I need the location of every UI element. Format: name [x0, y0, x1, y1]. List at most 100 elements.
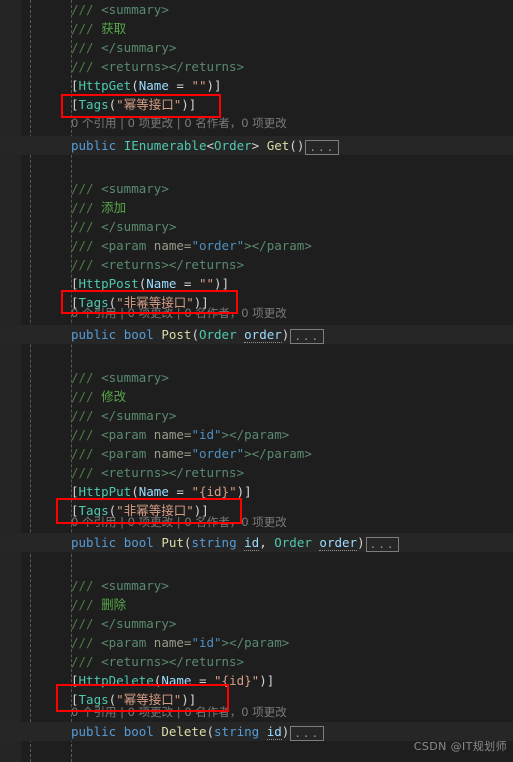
codelens-line[interactable]: 0 个引用 | 0 项更改 | 0 名作者，0 项更改 [0, 304, 513, 323]
xml-tag-summary-open: <summary> [101, 370, 169, 385]
return-type: bool [123, 724, 154, 739]
xml-attr-value: "id" [191, 635, 222, 650]
param-name: id [266, 724, 282, 740]
code-line-comment: /// 修改 [0, 387, 513, 406]
csdn-watermark: CSDN @IT规划师 [413, 740, 507, 753]
code-line-signature: public bool Post(Order order)... [0, 325, 513, 344]
comment-slashes: /// [71, 427, 94, 442]
keyword-modifier: public [71, 535, 117, 550]
paren-open: ( [131, 484, 139, 499]
collapsed-region-button[interactable]: ... [305, 140, 340, 155]
string-literal: "" [198, 276, 215, 291]
xml-tag-param-close: ></param> [221, 635, 290, 650]
named-argument: Name [146, 276, 177, 291]
comment-slashes: /// [71, 578, 94, 593]
code-line-comment: /// </summary> [0, 217, 513, 236]
code-line-comment: /// <param name="order"></param> [0, 444, 513, 463]
xml-attr-value: "order" [191, 446, 245, 461]
code-line-comment: /// <param name="order"></param> [0, 236, 513, 255]
equals-sign: = [176, 484, 184, 499]
return-type: IEnumerable [123, 138, 207, 153]
attribute-name-httpget: HttpGet [78, 78, 132, 93]
comment-slashes: /// [71, 181, 94, 196]
equals-sign: = [176, 78, 184, 93]
code-line-comment: /// <summary> [0, 576, 513, 595]
comment-slashes: /// [71, 408, 94, 423]
bracket-open: [ [71, 484, 79, 499]
param-type: string [214, 724, 260, 739]
bracket-open: [ [71, 97, 79, 112]
code-line-comment: /// 删除 [0, 595, 513, 614]
attribute-name-tags: Tags [78, 97, 109, 112]
attribute-name-httpdelete: HttpDelete [78, 673, 154, 688]
comment-slashes: /// [71, 21, 94, 36]
named-argument: Name [138, 78, 169, 93]
code-line-comment: /// </summary> [0, 38, 513, 57]
bracket-close: )] [181, 97, 197, 112]
code-line-comment: /// <returns></returns> [0, 255, 513, 274]
code-line-comment: /// <returns></returns> [0, 57, 513, 76]
code-line-attribute: [HttpPut(Name = "{id}")] [0, 482, 513, 501]
code-line-comment: /// <param name="id"></param> [0, 425, 513, 444]
comment-slashes: /// [71, 2, 94, 17]
code-line-signature: public bool Put(string id, Order order).… [0, 533, 513, 552]
return-type: bool [123, 535, 154, 550]
collapsed-region-button[interactable]: ... [290, 726, 325, 741]
xml-attr-name: name= [153, 427, 192, 442]
codelens-line[interactable]: 0 个引用 | 0 项更改 | 0 名作者，0 项更改 [0, 703, 513, 722]
codelens-text[interactable]: 0 个引用 | 0 项更改 | 0 名作者，0 项更改 [71, 515, 287, 529]
codelens-text[interactable]: 0 个引用 | 0 项更改 | 0 名作者，0 项更改 [71, 306, 287, 320]
bracket-close: )] [214, 276, 230, 291]
code-line-attribute: [HttpGet(Name = "")] [0, 76, 513, 95]
summary-text: 添加 [101, 200, 127, 215]
xml-tag-returns: <returns></returns> [101, 465, 245, 480]
param-type: Order [198, 327, 237, 342]
paren-close: ) [281, 724, 290, 739]
keyword-modifier: public [71, 138, 117, 153]
attribute-name-httppost: HttpPost [78, 276, 139, 291]
bracket-open: [ [71, 673, 79, 688]
codelens-text[interactable]: 0 个引用 | 0 项更改 | 0 名作者，0 项更改 [71, 705, 287, 719]
bracket-open: [ [71, 78, 79, 93]
bracket-close: )] [259, 673, 275, 688]
xml-attr-value: "order" [191, 238, 245, 253]
paren-close: ) [296, 138, 305, 153]
code-line-signature: public IEnumerable<Order> Get()... [0, 136, 513, 155]
bracket-open: [ [71, 276, 79, 291]
paren-open: ( [289, 138, 297, 153]
string-literal: "" [191, 78, 207, 93]
comment-slashes: /// [71, 238, 94, 253]
collapsed-region-button[interactable]: ... [365, 537, 400, 552]
xml-tag-summary-close: </summary> [101, 616, 177, 631]
comment-slashes: /// [71, 370, 94, 385]
string-literal: "{id}" [214, 673, 260, 688]
keyword-modifier: public [71, 327, 117, 342]
xml-attr-name: name= [153, 446, 192, 461]
xml-attr-value: "id" [191, 427, 222, 442]
comment-slashes: /// [71, 597, 94, 612]
comma: , [259, 535, 267, 550]
code-line-comment: /// 获取 [0, 19, 513, 38]
code-editor-screenshot: /// <summary> /// 获取 /// </summary> /// … [0, 0, 513, 762]
comment-slashes: /// [71, 465, 94, 480]
comment-slashes: /// [71, 654, 94, 669]
comment-slashes: /// [71, 219, 94, 234]
angle-open: < [206, 138, 215, 153]
code-line-comment: /// </summary> [0, 614, 513, 633]
comment-slashes: /// [71, 446, 94, 461]
codelens-text[interactable]: 0 个引用 | 0 项更改 | 0 名作者，0 项更改 [71, 116, 287, 130]
tags-string-literal: "幂等接口" [116, 97, 182, 112]
collapsed-region-button[interactable]: ... [290, 329, 325, 344]
code-line-attribute: [HttpDelete(Name = "{id}")] [0, 671, 513, 690]
xml-attr-name: name= [153, 635, 192, 650]
codelens-line[interactable]: 0 个引用 | 0 项更改 | 0 名作者，0 项更改 [0, 114, 513, 133]
param-type: Order [274, 535, 312, 550]
code-line-comment: /// <summary> [0, 0, 513, 19]
comment-slashes: /// [71, 389, 94, 404]
bracket-close: )] [236, 484, 252, 499]
named-argument: Name [138, 484, 169, 499]
codelens-line[interactable]: 0 个引用 | 0 项更改 | 0 名作者，0 项更改 [0, 513, 513, 532]
comment-slashes: /// [71, 40, 94, 55]
summary-text: 删除 [101, 597, 127, 612]
code-line-comment: /// 添加 [0, 198, 513, 217]
